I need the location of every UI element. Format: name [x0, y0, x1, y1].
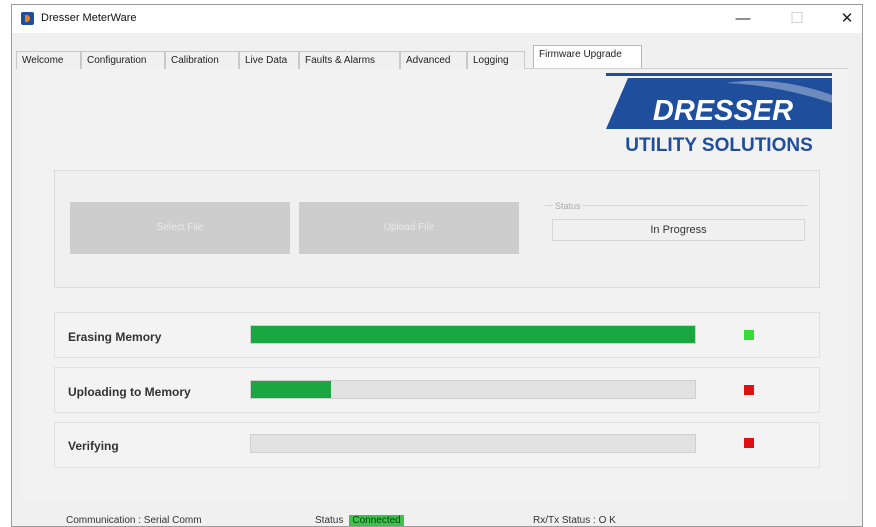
upload-file-button[interactable]: Upload File [299, 202, 519, 254]
dresser-logo: DRESSER UTILITY SOLUTIONS [606, 73, 832, 155]
close-button[interactable]: ✕ [824, 5, 870, 33]
logo-wordmark: DRESSER [653, 95, 793, 127]
verifying-progress [250, 434, 696, 453]
window-title: Dresser MeterWare [41, 12, 137, 24]
verifying-status-indicator [744, 438, 754, 448]
tab-welcome[interactable]: Welcome [16, 51, 81, 69]
maximize-button[interactable]: ☐ [774, 5, 820, 33]
communication-status: Communication : Serial Comm [66, 515, 202, 526]
verifying-label: Verifying [68, 439, 119, 453]
rxtx-status: Rx/Tx Status : O K [533, 515, 616, 526]
uploading-memory-status-indicator [744, 385, 754, 395]
uploading-memory-progress-fill [251, 381, 331, 398]
tab-live-data[interactable]: Live Data [239, 51, 299, 69]
erasing-memory-status-indicator [744, 330, 754, 340]
tab-calibration[interactable]: Calibration [165, 51, 239, 69]
tab-firmware-upgrade[interactable]: Firmware Upgrade [533, 45, 642, 68]
connection-status: Status Connected [315, 515, 404, 526]
upgrade-status-value: In Progress [552, 219, 805, 241]
tab-advanced[interactable]: Advanced [400, 51, 467, 69]
connection-status-badge: Connected [349, 515, 404, 526]
tab-configuration[interactable]: Configuration [81, 51, 165, 69]
select-file-button[interactable]: Select File [70, 202, 290, 254]
app-logo-icon [21, 12, 34, 25]
minimize-button[interactable]: — [720, 5, 766, 33]
uploading-memory-progress [250, 380, 696, 399]
tab-faults-alarms[interactable]: Faults & Alarms [299, 51, 400, 69]
title-bar: Dresser MeterWare — ☐ ✕ [12, 5, 862, 33]
logo-tagline: UTILITY SOLUTIONS [625, 135, 813, 155]
uploading-memory-label: Uploading to Memory [68, 385, 191, 399]
tab-logging[interactable]: Logging [467, 51, 525, 69]
status-legend: Status [553, 201, 583, 211]
erasing-memory-progress [250, 325, 696, 344]
connection-status-label: Status [315, 515, 344, 526]
status-bar: Communication : Serial Comm Status Connec… [12, 508, 862, 527]
erasing-memory-progress-fill [251, 326, 695, 343]
erasing-memory-label: Erasing Memory [68, 330, 162, 344]
